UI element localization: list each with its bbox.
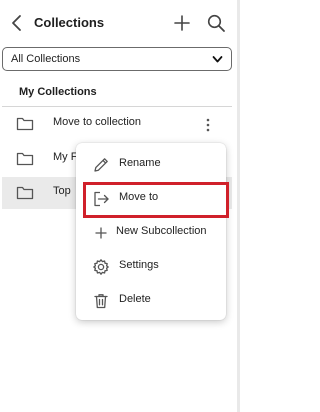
collection-name: Move to collection — [53, 116, 142, 128]
collection-row[interactable]: Move to collection — [2, 108, 232, 140]
collection-name: My F — [53, 151, 78, 163]
collections-filter-select[interactable]: All Collections — [2, 47, 232, 71]
trash-icon — [94, 294, 108, 309]
menu-item-label: New Subcollection — [116, 225, 207, 237]
plus-icon[interactable] — [173, 13, 191, 33]
panel-edge — [237, 0, 240, 412]
chevron-left-icon[interactable] — [9, 13, 25, 33]
menu-item-label: Settings — [119, 259, 159, 271]
menu-item-rename[interactable]: Rename — [76, 148, 226, 180]
pencil-icon — [94, 158, 108, 172]
menu-item-move-to[interactable]: Move to — [76, 182, 226, 214]
select-value: All Collections — [11, 53, 81, 65]
move-to-icon — [94, 191, 109, 207]
folder-icon — [16, 152, 34, 166]
chevron-down-icon — [212, 56, 223, 63]
more-options-icon[interactable] — [205, 118, 211, 132]
menu-item-new-subcollection[interactable]: New Subcollection — [76, 216, 226, 248]
search-icon[interactable] — [206, 13, 226, 33]
collections-panel: Collections All Collections My Collectio… — [0, 0, 240, 412]
divider — [2, 106, 232, 107]
header: Collections — [0, 0, 237, 44]
gear-icon — [93, 259, 109, 275]
menu-item-label: Rename — [119, 157, 161, 169]
menu-item-label: Move to — [119, 191, 159, 203]
menu-item-label: Delete — [119, 293, 151, 305]
section-heading: My Collections — [19, 86, 97, 98]
menu-item-delete[interactable]: Delete — [76, 284, 226, 316]
context-menu: Rename Move to New Subcollection Setting… — [76, 143, 226, 320]
folder-icon — [16, 186, 34, 200]
menu-item-settings[interactable]: Settings — [76, 250, 226, 282]
collection-name: Top — [53, 185, 71, 197]
folder-icon — [16, 117, 34, 131]
page-title: Collections — [34, 15, 105, 30]
plus-icon — [95, 227, 107, 239]
